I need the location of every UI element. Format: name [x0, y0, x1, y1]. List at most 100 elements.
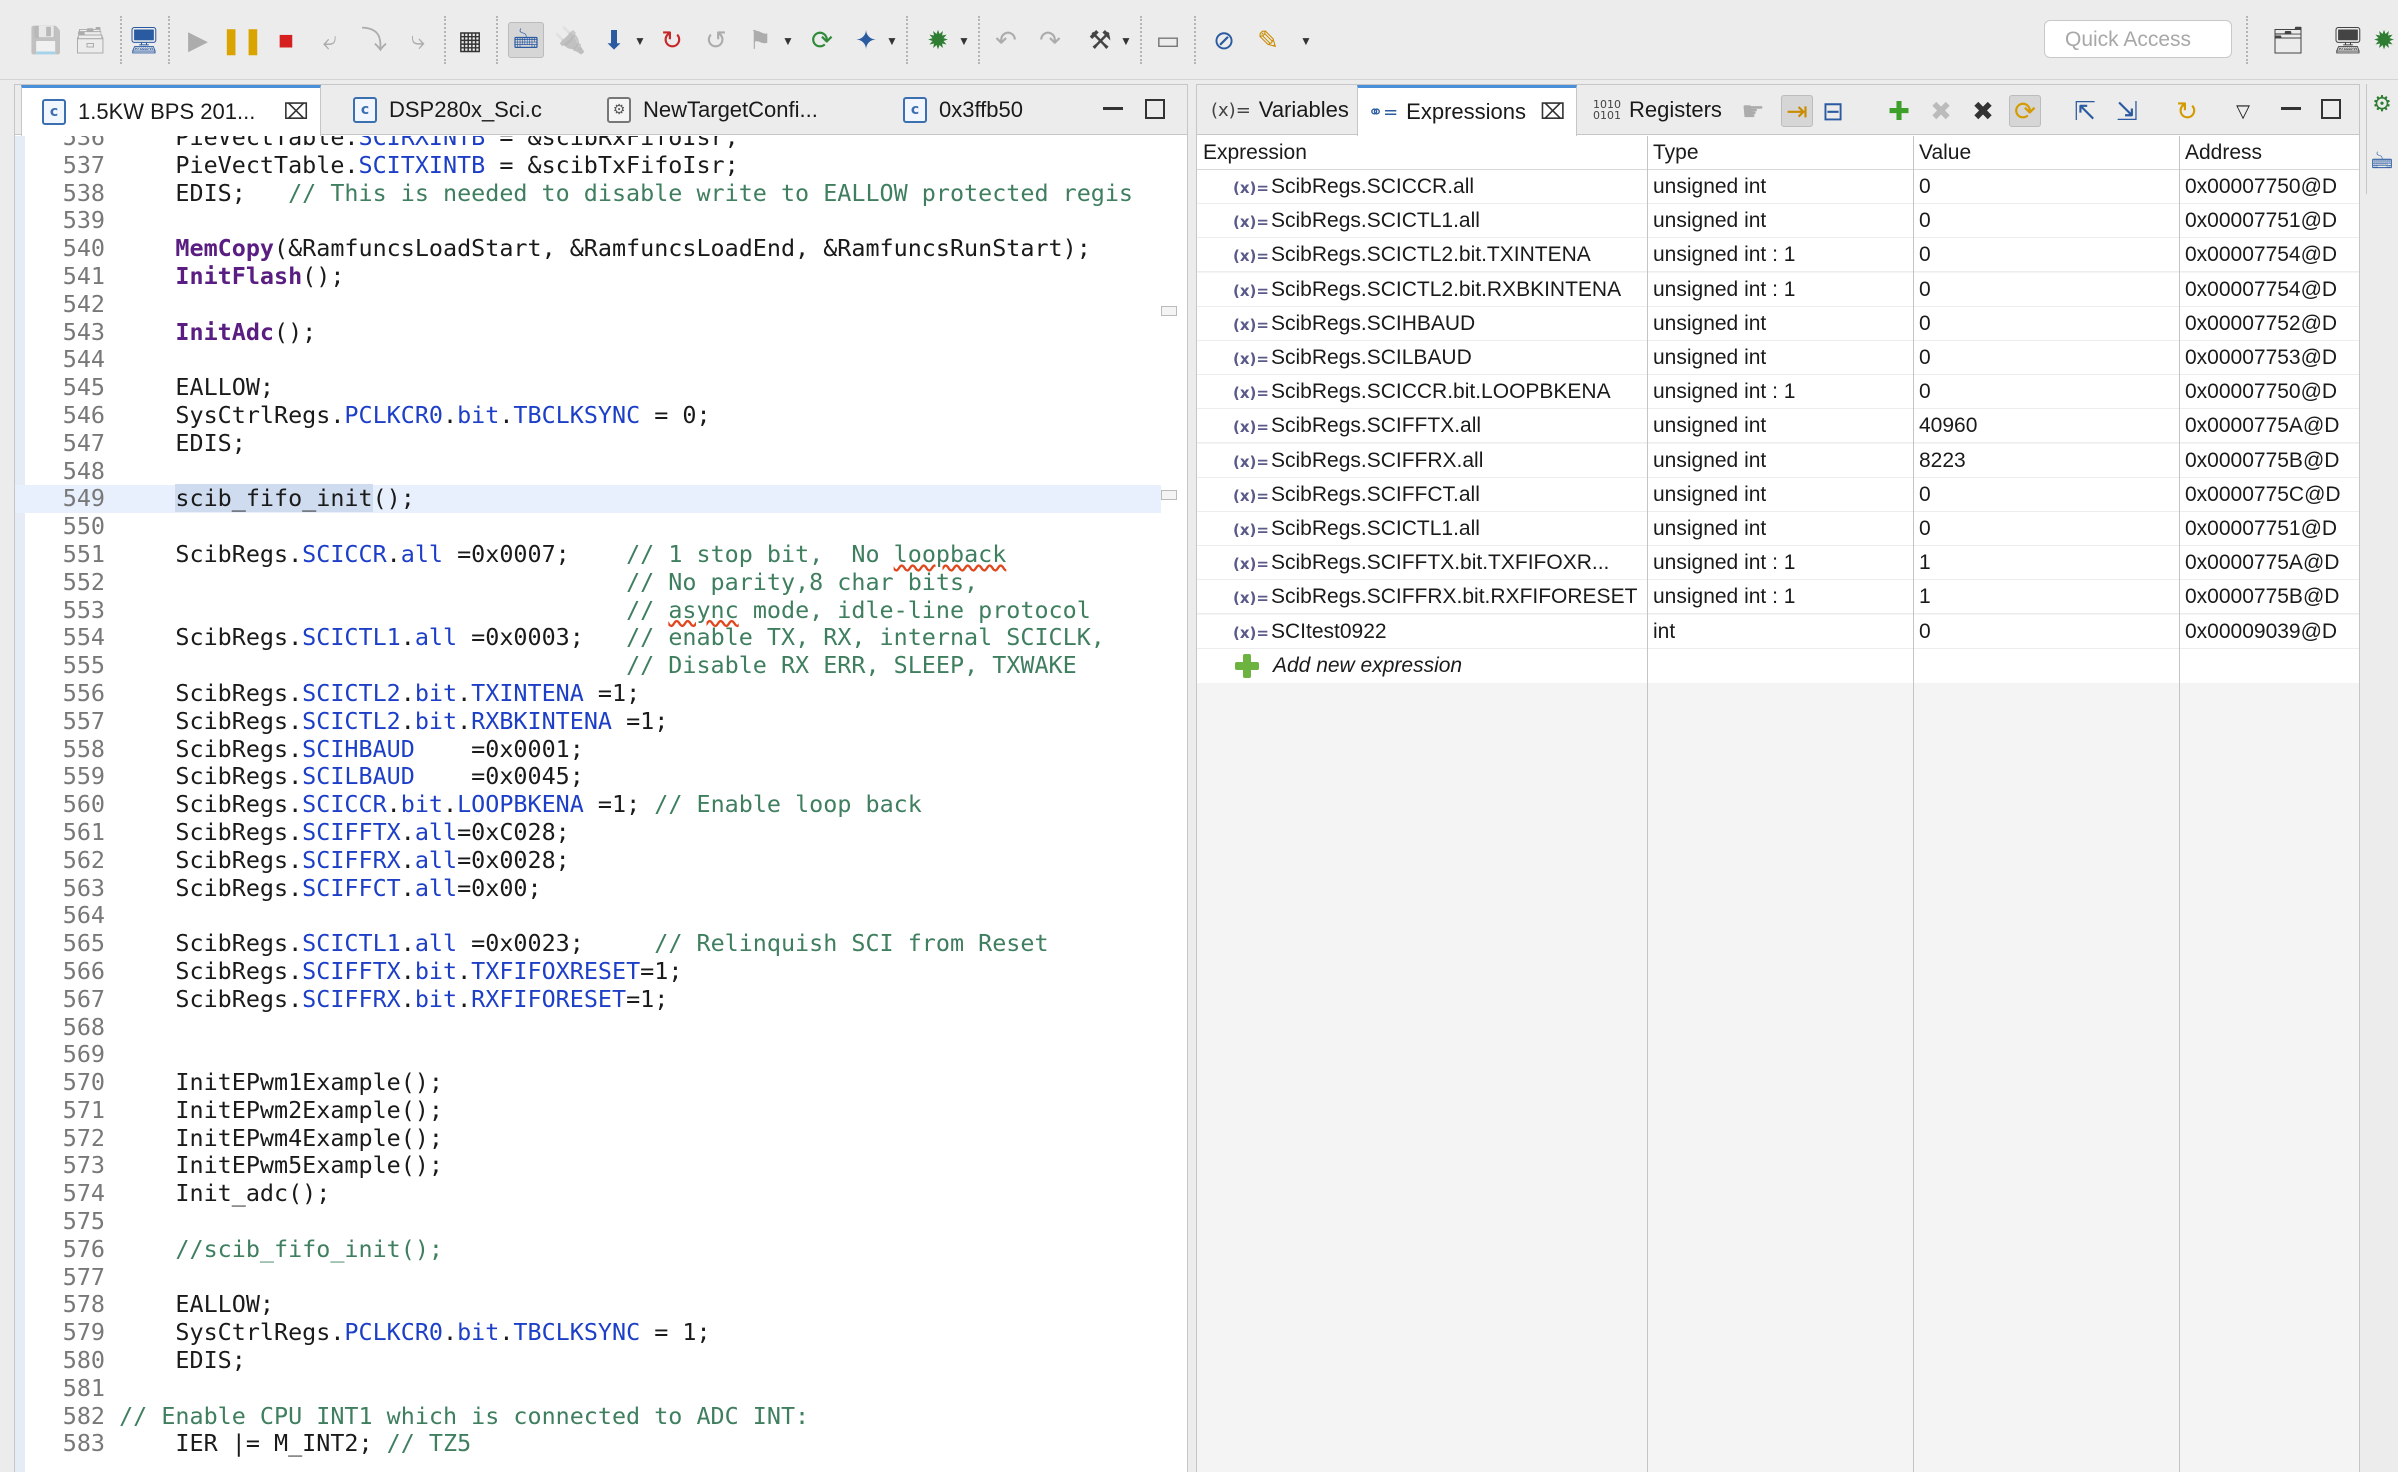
remove-all-icon[interactable]: ✖: [1967, 95, 1999, 127]
value-cell[interactable]: 8223: [1919, 449, 1966, 473]
launch-icon[interactable]: ✦: [848, 22, 884, 58]
value-cell[interactable]: 0: [1919, 243, 1931, 267]
continuous-refresh-icon[interactable]: ⟳: [2009, 95, 2041, 127]
terminate-icon[interactable]: ■: [268, 22, 304, 58]
table-row[interactable]: (x)= ScibRegs.SCIFFTX.bit.TXFIFOXR... unsi…: [1197, 546, 2359, 581]
step-into-icon[interactable]: ⤶: [312, 22, 348, 58]
code-line[interactable]: 569: [15, 1040, 1161, 1069]
code-line[interactable]: 552 // No parity,8 char bits,: [15, 568, 1161, 597]
code-line[interactable]: 547 EDIS;: [15, 429, 1161, 458]
column-header-address[interactable]: Address: [2185, 141, 2262, 165]
restore-view-icon[interactable]: 🖮: [2367, 144, 2397, 180]
code-line[interactable]: 570 InitEPwm1Example();: [15, 1068, 1161, 1097]
step-return-icon[interactable]: ⤷: [400, 22, 436, 58]
code-line[interactable]: 581: [15, 1374, 1161, 1403]
code-editor[interactable]: 536 PieVectTable.SCIRXINTB = &scibRxFifo…: [15, 136, 1187, 1472]
table-row[interactable]: (x)= ScibRegs.SCICCR.all unsigned int 0 0x00…: [1197, 170, 2359, 204]
code-line[interactable]: 539: [15, 207, 1161, 235]
pencil-icon[interactable]: ✎: [1250, 22, 1286, 58]
tab-expressions[interactable]: ⚭= Expressions ⌧: [1357, 85, 1577, 136]
maximize-icon[interactable]: [1145, 99, 1165, 119]
code-line[interactable]: 540 MemCopy(&RamfuncsLoadStart, &Ramfunc…: [15, 234, 1161, 263]
select-all-icon[interactable]: ☛: [1737, 95, 1769, 127]
save-all-icon[interactable]: 🗃: [72, 22, 108, 58]
code-line[interactable]: 556 ScibRegs.SCICTL2.bit.TXINTENA =1;: [15, 679, 1161, 708]
code-line[interactable]: 562 ScibRegs.SCIFFRX.all=0x0028;: [15, 846, 1161, 875]
code-line[interactable]: 579 SysCtrlRegs.PCLKCR0.bit.TBCLKSYNC = …: [15, 1318, 1161, 1347]
debug-perspective-icon[interactable]: ⚙: [2367, 86, 2397, 122]
run-icon[interactable]: ⟳: [804, 22, 840, 58]
search-icon[interactable]: ⊘: [1206, 22, 1242, 58]
build-icon[interactable]: ⚒: [1082, 22, 1118, 58]
table-row[interactable]: (x)= ScibRegs.SCIFFRX.all unsigned int 8223…: [1197, 443, 2359, 478]
table-row[interactable]: (x)= ScibRegs.SCICTL1.all unsigned int 0 0x0…: [1197, 512, 2359, 546]
memory-grid-icon[interactable]: ▦: [452, 22, 488, 58]
code-line[interactable]: 563 ScibRegs.SCIFFCT.all=0x00;: [15, 874, 1161, 903]
code-line[interactable]: 549 scib_fifo_init();: [15, 484, 1161, 514]
close-icon[interactable]: ⌧: [1540, 99, 1565, 125]
chevron-down-icon[interactable]: ▼: [958, 34, 970, 48]
terminal-icon[interactable]: ▭: [1150, 22, 1186, 58]
tab-dsp280x-sci[interactable]: c DSP280x_Sci.c: [335, 85, 595, 135]
resume-icon[interactable]: ▶: [180, 22, 216, 58]
code-line[interactable]: 559 ScibRegs.SCILBAUD =0x0045;: [15, 762, 1161, 791]
tab-disassembly[interactable]: c 0x3ffb50: [885, 85, 1085, 135]
table-row[interactable]: (x)= ScibRegs.SCIFFRX.bit.RXFIFORESET unsi…: [1197, 580, 2359, 615]
value-cell[interactable]: 0: [1919, 278, 1931, 302]
code-line[interactable]: 576 //scib_fifo_init();: [15, 1235, 1161, 1264]
code-line[interactable]: 544: [15, 346, 1161, 374]
table-row[interactable]: (x)= ScibRegs.SCIHBAUD unsigned int 0 0x0000…: [1197, 306, 2359, 341]
code-line[interactable]: 580 EDIS;: [15, 1346, 1161, 1375]
minimize-icon[interactable]: [1103, 107, 1123, 110]
add-expression-icon[interactable]: ✚: [1883, 95, 1915, 127]
pin-icon[interactable]: ⚑: [742, 22, 778, 58]
view-menu-icon[interactable]: ▽: [2227, 95, 2259, 127]
code-line[interactable]: 555 // Disable RX ERR, SLEEP, TXWAKE: [15, 651, 1161, 680]
tab-variables[interactable]: (x)= Variables: [1205, 85, 1357, 135]
code-line[interactable]: 583 IER |= M_INT2; // TZ5: [15, 1430, 1161, 1458]
table-row[interactable]: (x)= ScibRegs.SCICCR.bit.LOOPBKENA unsigne…: [1197, 375, 2359, 410]
value-cell[interactable]: 0: [1919, 620, 1931, 644]
minimize-icon[interactable]: [2281, 107, 2301, 110]
redo-icon[interactable]: ↷: [1032, 22, 1068, 58]
code-line[interactable]: 575: [15, 1207, 1161, 1236]
import-icon[interactable]: ⇱: [2069, 95, 2101, 127]
code-line[interactable]: 542: [15, 290, 1161, 319]
value-cell[interactable]: 1: [1919, 585, 1931, 609]
chevron-down-icon[interactable]: ▼: [782, 34, 794, 48]
value-cell[interactable]: 0: [1919, 209, 1931, 233]
close-icon[interactable]: ⌧: [283, 99, 308, 125]
value-cell[interactable]: 0: [1919, 346, 1931, 370]
code-line[interactable]: 537 PieVectTable.SCITXINTB = &scibTxFifo…: [15, 151, 1161, 180]
tab-editor-main[interactable]: c 1.5KW BPS 201... ⌧: [21, 85, 321, 136]
debug-view-icon[interactable]: 🖥: [126, 22, 162, 58]
step-over-icon[interactable]: ⤵: [356, 22, 392, 58]
code-line[interactable]: 574 Init_adc();: [15, 1179, 1161, 1208]
code-line[interactable]: 551 ScibRegs.SCICCR.all =0x0007; // 1 st…: [15, 540, 1161, 569]
ccs-edit-perspective-icon[interactable]: 🖥: [2330, 22, 2366, 58]
restart-icon[interactable]: ↺: [698, 22, 734, 58]
code-line[interactable]: 545 EALLOW;: [15, 373, 1161, 402]
table-row[interactable]: (x)= ScibRegs.SCICTL1.all unsigned int 0 0x0…: [1197, 204, 2359, 239]
code-line[interactable]: 546 SysCtrlRegs.PCLKCR0.bit.TBCLKSYNC = …: [15, 401, 1161, 430]
table-row[interactable]: (x)= ScibRegs.SCIFFTX.all unsigned int 4096…: [1197, 409, 2359, 444]
code-line[interactable]: 536 PieVectTable.SCIRXINTB = &scibRxFifo…: [15, 136, 1161, 152]
code-line[interactable]: 541 InitFlash();: [15, 262, 1161, 291]
code-line[interactable]: 554 ScibRegs.SCICTL1.all =0x0003; // ena…: [15, 623, 1161, 652]
connect-icon[interactable]: 🔌: [552, 22, 588, 58]
value-cell[interactable]: 0: [1919, 175, 1931, 199]
code-line[interactable]: 564: [15, 902, 1161, 930]
chevron-down-icon[interactable]: ▼: [634, 34, 646, 48]
show-type-names-icon[interactable]: ⇥: [1781, 95, 1813, 127]
code-line[interactable]: 571 InitEPwm2Example();: [15, 1096, 1161, 1125]
chevron-down-icon[interactable]: ▼: [1300, 34, 1312, 48]
tab-target-config[interactable]: ⚙ NewTargetConfi...: [595, 85, 885, 135]
table-row[interactable]: (x)= ScibRegs.SCIFFCT.all unsigned int 0 0x0…: [1197, 477, 2359, 512]
debug-perspective-icon[interactable]: ✹: [2370, 22, 2398, 58]
code-line[interactable]: 577: [15, 1263, 1161, 1292]
code-line[interactable]: 553 // async mode, idle-line protocol: [15, 596, 1161, 625]
value-cell[interactable]: 40960: [1919, 414, 1977, 438]
code-line[interactable]: 538 EDIS; // This is needed to disable w…: [15, 179, 1161, 208]
quick-access-input[interactable]: Quick Access: [2044, 20, 2232, 58]
add-new-expression-row[interactable]: Add new expression: [1197, 648, 2359, 683]
